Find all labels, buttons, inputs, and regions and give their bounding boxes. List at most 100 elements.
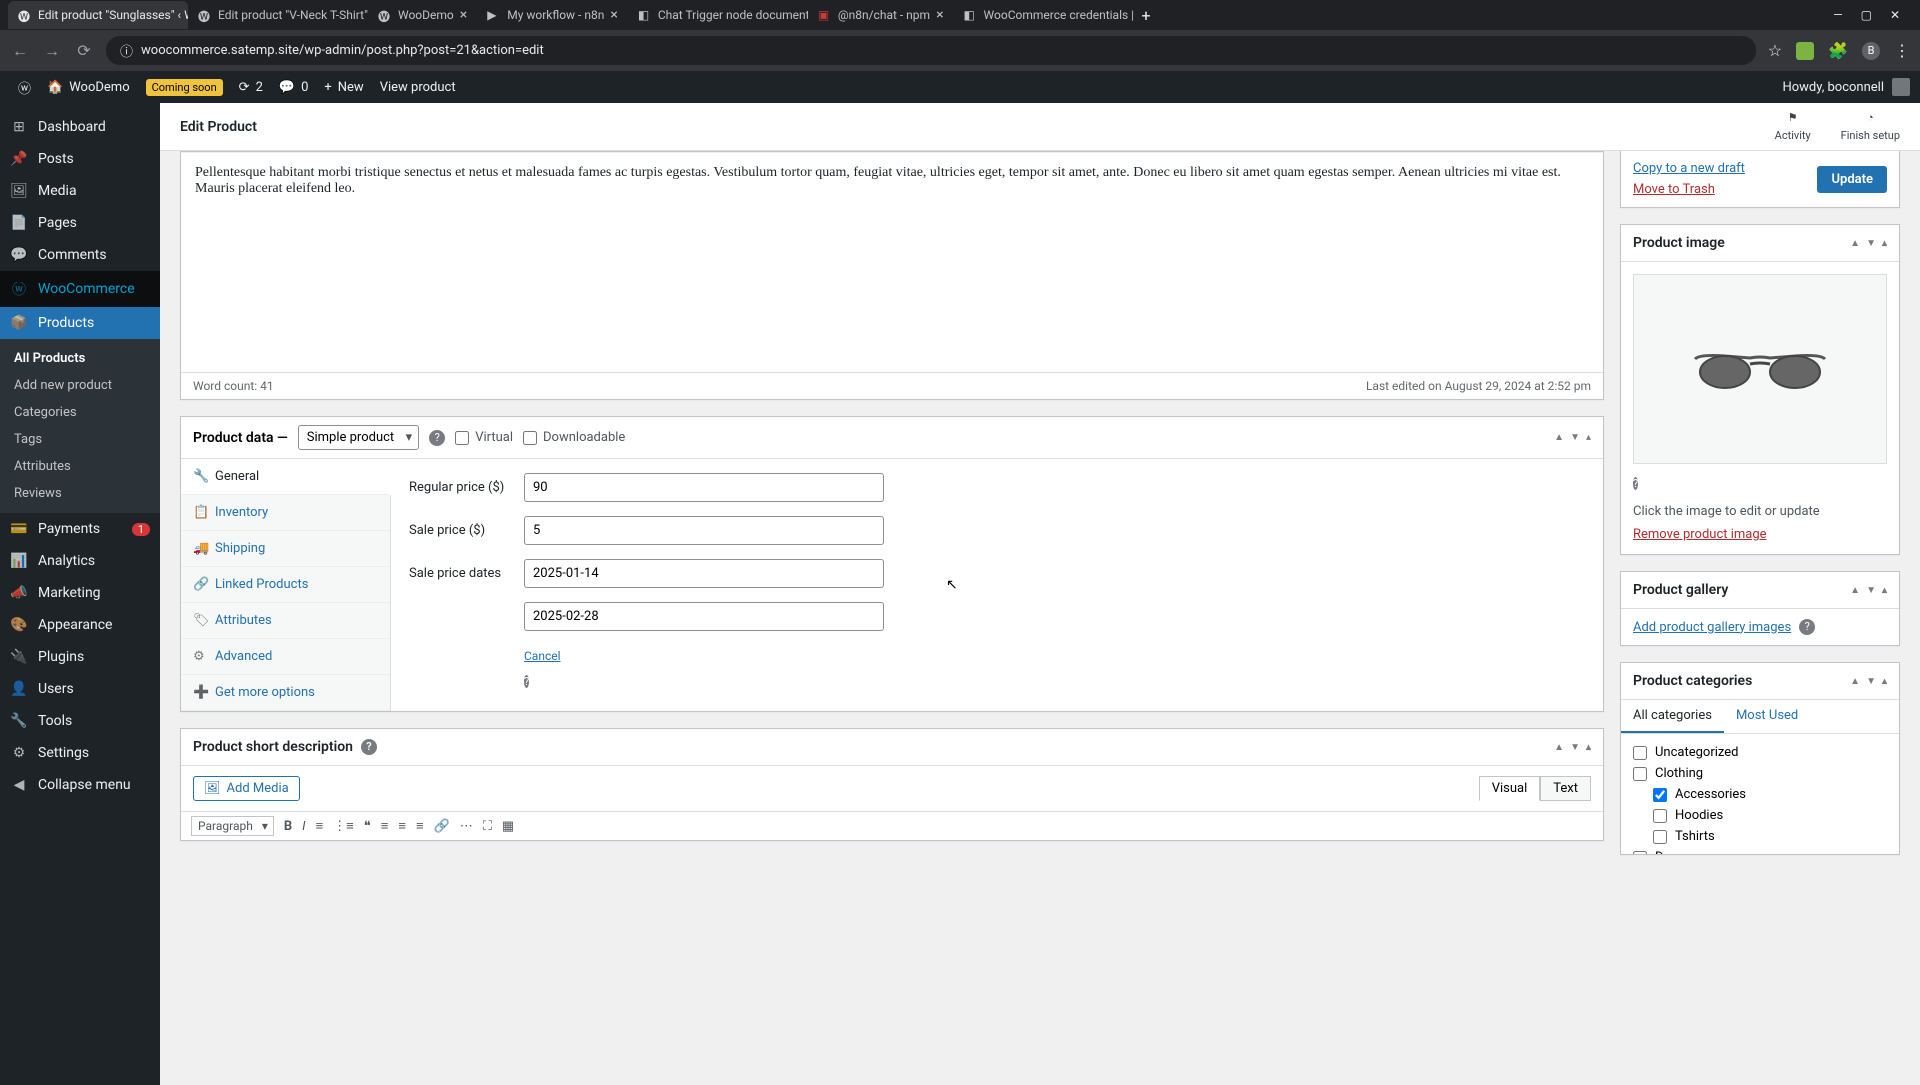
chevron-up-icon[interactable]: ▲ — [1850, 238, 1860, 249]
menu-appearance[interactable]: 🎨Appearance — [0, 609, 160, 641]
menu-payments[interactable]: 💳Payments1 — [0, 513, 160, 545]
browser-tab[interactable]: 🅦WooDemo× — [368, 1, 477, 29]
all-categories-tab[interactable]: All categories — [1621, 700, 1724, 733]
chevron-down-icon[interactable]: ▼ — [1866, 676, 1876, 687]
finish-setup-button[interactable]: ◔Finish setup — [1841, 111, 1900, 142]
browser-tab[interactable]: ▣@n8n/chat - npm× — [808, 1, 954, 29]
updates-link[interactable]: ⟳2 — [231, 71, 271, 103]
chevron-up-icon[interactable]: ▲ — [1554, 432, 1564, 443]
site-name[interactable]: 🏠WooDemo — [39, 71, 138, 103]
chevron-down-icon[interactable]: ▼ — [1866, 238, 1876, 249]
category-uncategorized[interactable]: Uncategorized — [1633, 742, 1887, 763]
bookmark-icon[interactable]: ☆ — [1768, 41, 1782, 60]
browser-tab[interactable]: 🅦Edit product "V-Neck T-Shirt"× — [188, 1, 368, 29]
chevron-down-icon[interactable]: ▼ — [1866, 585, 1876, 596]
category-hoodies[interactable]: Hoodies — [1633, 805, 1887, 826]
category-accessories[interactable]: Accessories — [1633, 784, 1887, 805]
italic-button[interactable]: I — [302, 819, 305, 834]
chevron-down-icon[interactable]: ▼ — [1570, 742, 1580, 753]
menu-woocommerce[interactable]: ⓦWooCommerce — [0, 271, 160, 307]
chevron-down-icon[interactable]: ▼ — [1570, 432, 1580, 443]
tab-inventory[interactable]: 📋Inventory — [181, 495, 390, 531]
submenu-all-products[interactable]: All Products — [0, 345, 160, 372]
most-used-tab[interactable]: Most Used — [1724, 700, 1810, 733]
menu-tools[interactable]: 🔧Tools — [0, 705, 160, 737]
copy-draft-link[interactable]: Copy to a new draft — [1633, 161, 1745, 176]
wp-logo[interactable]: ⓦ — [10, 71, 39, 103]
product-image-thumbnail[interactable] — [1633, 274, 1887, 464]
submenu-categories[interactable]: Categories — [0, 399, 160, 426]
category-clothing[interactable]: Clothing — [1633, 763, 1887, 784]
menu-users[interactable]: 👤Users — [0, 673, 160, 705]
browser-tab[interactable]: ◧WooCommerce credentials | n× — [954, 1, 1134, 29]
editor-content[interactable]: Pellentesque habitant morbi tristique se… — [181, 152, 1603, 372]
help-icon[interactable]: ? — [524, 675, 529, 688]
bold-button[interactable]: B — [284, 819, 292, 834]
profile-avatar[interactable]: B — [1862, 42, 1880, 60]
tab-more-options[interactable]: ➕Get more options — [181, 675, 390, 711]
menu-pages[interactable]: 📄Pages — [0, 207, 160, 239]
submenu-attributes[interactable]: Attributes — [0, 453, 160, 480]
collapse-menu[interactable]: ◀Collapse menu — [0, 769, 160, 801]
chevron-up-icon[interactable]: ▲ — [1554, 742, 1564, 753]
menu-analytics[interactable]: 📊Analytics — [0, 545, 160, 577]
caret-icon[interactable]: ▴ — [1882, 585, 1887, 596]
fullscreen-button[interactable]: ⛶ — [483, 819, 492, 834]
caret-icon[interactable]: ▴ — [1882, 238, 1887, 249]
activity-button[interactable]: ⚑Activity — [1775, 111, 1811, 142]
menu-plugins[interactable]: 🔌Plugins — [0, 641, 160, 673]
cancel-schedule-link[interactable]: Cancel — [524, 649, 561, 663]
number-list-button[interactable]: ⋮≡ — [333, 818, 354, 834]
new-tab-button[interactable]: + — [1134, 6, 1159, 25]
move-trash-link[interactable]: Move to Trash — [1633, 182, 1745, 197]
close-icon[interactable]: × — [460, 7, 467, 23]
menu-icon[interactable]: ⋮ — [1894, 41, 1910, 60]
caret-icon[interactable]: ▴ — [1586, 742, 1591, 753]
sale-date-to-input[interactable] — [524, 602, 884, 631]
howdy-text[interactable]: Howdy, boconnell — [1782, 80, 1884, 95]
help-icon[interactable]: ? — [361, 739, 377, 755]
product-type-select[interactable]: Simple product — [298, 425, 419, 450]
submenu-tags[interactable]: Tags — [0, 426, 160, 453]
virtual-checkbox[interactable]: Virtual — [455, 430, 513, 445]
tab-shipping[interactable]: 🚚Shipping — [181, 531, 390, 567]
menu-settings[interactable]: ⚙Settings — [0, 737, 160, 769]
comments-link[interactable]: 💬0 — [271, 71, 317, 103]
new-content[interactable]: +New — [316, 71, 371, 103]
menu-dashboard[interactable]: ⊞Dashboard — [0, 111, 160, 143]
close-icon[interactable]: × — [610, 7, 617, 23]
add-gallery-link[interactable]: Add product gallery images — [1633, 620, 1791, 635]
remove-image-link[interactable]: Remove product image — [1633, 527, 1887, 542]
align-left-button[interactable]: ≡ — [381, 818, 389, 834]
align-right-button[interactable]: ≡ — [416, 818, 424, 834]
paragraph-select[interactable]: Paragraph — [191, 816, 274, 836]
link-button[interactable]: 🔗 — [434, 819, 450, 834]
category-tshirts[interactable]: Tshirts — [1633, 826, 1887, 847]
close-window-icon[interactable]: ✕ — [1890, 8, 1900, 22]
tab-attributes[interactable]: 🏷Attributes — [181, 603, 390, 639]
chevron-up-icon[interactable]: ▲ — [1850, 585, 1860, 596]
reload-button[interactable]: ⟳ — [74, 41, 94, 60]
browser-tab[interactable]: 🅦Edit product "Sunglasses" ‹ Wo× — [8, 1, 188, 29]
category-decor[interactable]: Decor — [1633, 847, 1887, 854]
site-info-icon[interactable]: ⓘ — [120, 41, 133, 60]
extension-icon[interactable] — [1796, 42, 1814, 60]
downloadable-checkbox[interactable]: Downloadable — [523, 430, 625, 445]
visual-tab[interactable]: Visual — [1479, 776, 1541, 801]
browser-tab[interactable]: ▶My workflow - n8n× — [477, 1, 628, 29]
menu-comments[interactable]: 💬Comments — [0, 239, 160, 271]
address-bar[interactable]: ⓘ woocommerce.satemp.site/wp-admin/post.… — [106, 36, 1756, 65]
menu-marketing[interactable]: 📣Marketing — [0, 577, 160, 609]
more-button[interactable]: ⋯ — [460, 819, 473, 834]
tab-advanced[interactable]: ⚙Advanced — [181, 639, 390, 675]
extensions-icon[interactable]: 🧩 — [1828, 41, 1848, 60]
maximize-icon[interactable]: ▢ — [1861, 8, 1872, 22]
forward-button[interactable]: → — [42, 41, 62, 61]
user-avatar[interactable] — [1892, 78, 1910, 96]
view-product[interactable]: View product — [372, 71, 464, 103]
chevron-up-icon[interactable]: ▲ — [1850, 676, 1860, 687]
back-button[interactable]: ← — [10, 41, 30, 61]
caret-icon[interactable]: ▴ — [1586, 432, 1591, 443]
minimize-icon[interactable]: — — [1833, 8, 1842, 22]
align-center-button[interactable]: ≡ — [398, 818, 406, 834]
